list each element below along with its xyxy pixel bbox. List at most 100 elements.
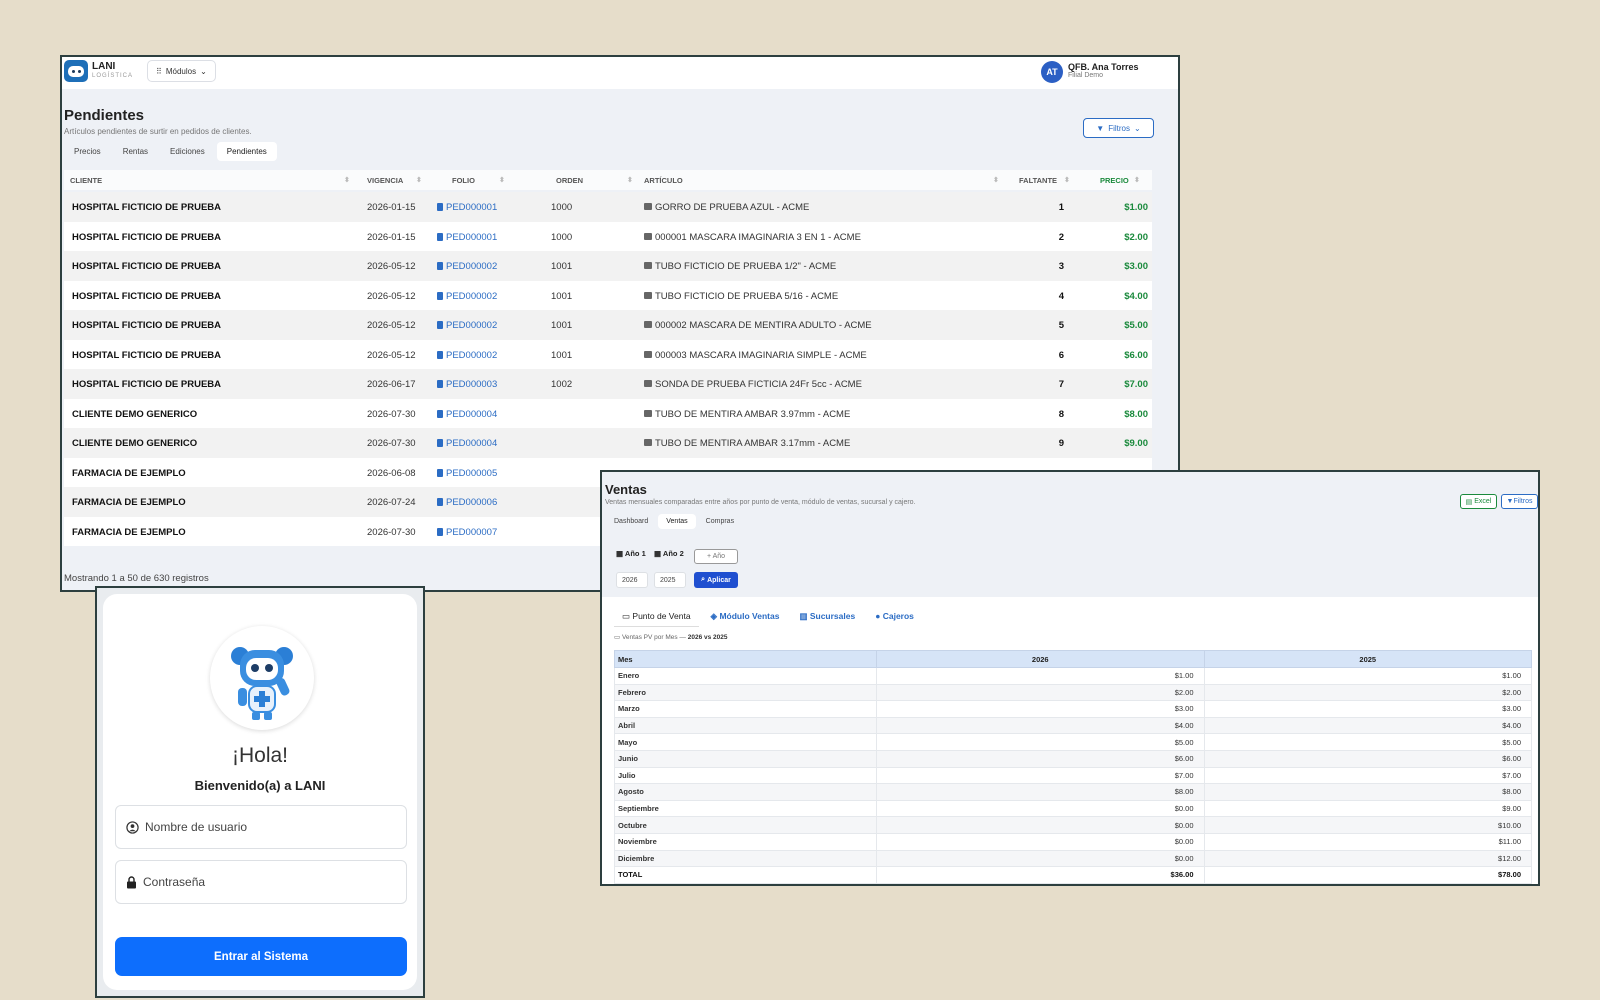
table-row[interactable]: HOSPITAL FICTICIO DE PRUEBA 2026-05-12 PED… [64, 280, 1152, 310]
filters-label: Filtros [1513, 498, 1533, 505]
pagination-info: Mostrando 1 a 50 de 630 registros [64, 573, 209, 584]
folio-link[interactable]: PED000005 [446, 468, 497, 479]
cell-folio[interactable]: PED000006 [437, 497, 497, 508]
col-mes: Mes [614, 650, 877, 668]
col-year1: 2026 [876, 650, 1205, 668]
table-row[interactable]: HOSPITAL FICTICIO DE PRUEBA 2026-05-12 PED… [64, 251, 1152, 281]
tab-dashboard[interactable]: Dashboard [606, 514, 656, 529]
cell-folio[interactable]: PED000004 [437, 409, 497, 420]
table-row: Octubre $0.00 $10.00 [614, 816, 1532, 834]
col-folio[interactable]: FOLIO [452, 176, 475, 185]
table-row[interactable]: HOSPITAL FICTICIO DE PRUEBA 2026-05-12 PED… [64, 339, 1152, 369]
sort-icon[interactable]: ⬍ [499, 176, 505, 184]
login-submit-button[interactable]: Entrar al Sistema [115, 937, 407, 976]
cell-folio[interactable]: PED000001 [437, 202, 497, 213]
table-row[interactable]: CLIENTE DEMO GENERICO 2026-07-30 PED000004… [64, 428, 1152, 458]
cell-orden: 1000 [551, 202, 573, 213]
username-field[interactable] [115, 805, 407, 849]
table-row[interactable]: HOSPITAL FICTICIO DE PRUEBA 2026-01-15 PED… [64, 192, 1152, 222]
cell-folio[interactable]: PED000007 [437, 527, 497, 538]
user-name[interactable]: QFB. Ana Torres [1068, 62, 1139, 72]
cell-mes: Enero [614, 667, 877, 685]
document-icon [437, 409, 443, 418]
table-row[interactable]: HOSPITAL FICTICIO DE PRUEBA 2026-06-17 PED… [64, 369, 1152, 399]
tab-precios[interactable]: Precios [64, 142, 111, 161]
lani-logo-icon[interactable] [64, 60, 88, 82]
tab-ventas[interactable]: Ventas [658, 514, 696, 529]
cell-folio[interactable]: PED000003 [437, 379, 497, 390]
cell-folio[interactable]: PED000005 [437, 468, 497, 479]
sort-icon[interactable]: ⬍ [416, 176, 422, 184]
subtab-punto-de-venta[interactable]: ▭ Punto de Venta [614, 607, 699, 627]
folio-link[interactable]: PED000007 [446, 527, 497, 538]
user-avatar[interactable]: AT [1041, 61, 1063, 83]
box-icon [644, 291, 652, 299]
add-year-button[interactable]: + Año [694, 549, 738, 564]
cell-folio[interactable]: PED000002 [437, 261, 497, 272]
cell-folio[interactable]: PED000001 [437, 232, 497, 243]
sort-icon[interactable]: ⬍ [993, 176, 999, 184]
folio-link[interactable]: PED000006 [446, 497, 497, 508]
col-cliente[interactable]: CLIENTE [70, 176, 102, 185]
sort-icon[interactable]: ⬍ [627, 176, 633, 184]
cell-folio[interactable]: PED000002 [437, 350, 497, 361]
table-row[interactable]: HOSPITAL FICTICIO DE PRUEBA 2026-05-12 PED… [64, 310, 1152, 340]
sort-icon[interactable]: ⬍ [1134, 176, 1140, 184]
tab-rentas[interactable]: Rentas [113, 142, 158, 161]
document-icon [437, 321, 443, 329]
cell-folio[interactable]: PED000002 [437, 320, 497, 331]
excel-label: Excel [1474, 498, 1492, 505]
folio-link[interactable]: PED000002 [446, 320, 497, 331]
tab-compras[interactable]: Compras [698, 514, 742, 529]
cell-cliente: CLIENTE DEMO GENERICO [72, 408, 198, 420]
col-faltante[interactable]: FALTANTE [1019, 176, 1057, 185]
folio-link[interactable]: PED000001 [446, 202, 497, 213]
subtab-cajeros[interactable]: ● Cajeros [867, 607, 922, 627]
modules-dropdown[interactable]: ⠿ Módulos ⌄ [147, 60, 216, 82]
cell-folio[interactable]: PED000004 [437, 438, 497, 449]
table-row[interactable]: HOSPITAL FICTICIO DE PRUEBA 2026-01-15 PED… [64, 221, 1152, 251]
year1-input[interactable]: 2026 [616, 572, 648, 588]
cell-folio[interactable]: PED000002 [437, 291, 497, 302]
folio-link[interactable]: PED000004 [446, 438, 497, 449]
subtab-sucursales[interactable]: ▥ Sucursales [791, 607, 863, 627]
folio-link[interactable]: PED000004 [446, 409, 497, 420]
subtab-modulo-ventas[interactable]: ◈ Módulo Ventas [703, 607, 788, 627]
cell-cliente: HOSPITAL FICTICIO DE PRUEBA [72, 261, 222, 272]
tab-pendientes[interactable]: Pendientes [216, 142, 277, 161]
articulo-text: TUBO DE MENTIRA AMBAR 3.17mm - ACME [655, 438, 851, 449]
table-row[interactable]: CLIENTE DEMO GENERICO 2026-07-30 PED000004… [64, 398, 1152, 428]
calendar-icon: ▦ [616, 549, 625, 558]
apply-button[interactable]: ⌕ Aplicar [694, 572, 738, 588]
folio-link[interactable]: PED000002 [446, 350, 497, 361]
folio-link[interactable]: PED000001 [446, 232, 497, 243]
calendar-icon: ▦ [654, 549, 663, 558]
cell-year2: $5.00 [1203, 733, 1532, 751]
tab-ediciones[interactable]: Ediciones [160, 142, 215, 161]
folio-link[interactable]: PED000002 [446, 291, 497, 302]
sort-icon[interactable]: ⬍ [344, 176, 350, 184]
col-vigencia[interactable]: VIGENCIA [367, 176, 403, 185]
password-field[interactable] [115, 860, 407, 904]
filters-button[interactable]: ▼ Filtros ⌄ [1083, 118, 1154, 138]
cell-vigencia: 2026-06-17 [367, 379, 416, 390]
excel-export-button[interactable]: ▤ Excel [1460, 494, 1497, 509]
cell-year2: $11.00 [1203, 832, 1532, 851]
cell-mes: Febrero [614, 683, 877, 702]
col-orden[interactable]: ORDEN [556, 176, 583, 185]
sort-icon[interactable]: ⬍ [1064, 176, 1070, 184]
folio-link[interactable]: PED000002 [446, 261, 497, 272]
cell-articulo: 000002 MASCARA DE MENTIRA ADULTO - ACME [644, 320, 872, 331]
cell-cliente: HOSPITAL FICTICIO DE PRUEBA [72, 379, 222, 390]
ventas-filters-button[interactable]: ▼ Filtros [1501, 494, 1538, 509]
col-precio[interactable]: PRECIO [1100, 176, 1129, 185]
year2-input[interactable]: 2025 [654, 572, 686, 588]
col-articulo[interactable]: ARTÍCULO [644, 176, 683, 185]
password-input[interactable] [143, 875, 383, 889]
folio-link[interactable]: PED000003 [446, 379, 497, 390]
subtab-label: Sucursales [809, 611, 856, 621]
username-input[interactable] [145, 820, 385, 834]
box-icon [644, 321, 652, 328]
chevron-down-icon: ⌄ [200, 66, 207, 76]
cell-faltante: 4 [1058, 290, 1064, 302]
